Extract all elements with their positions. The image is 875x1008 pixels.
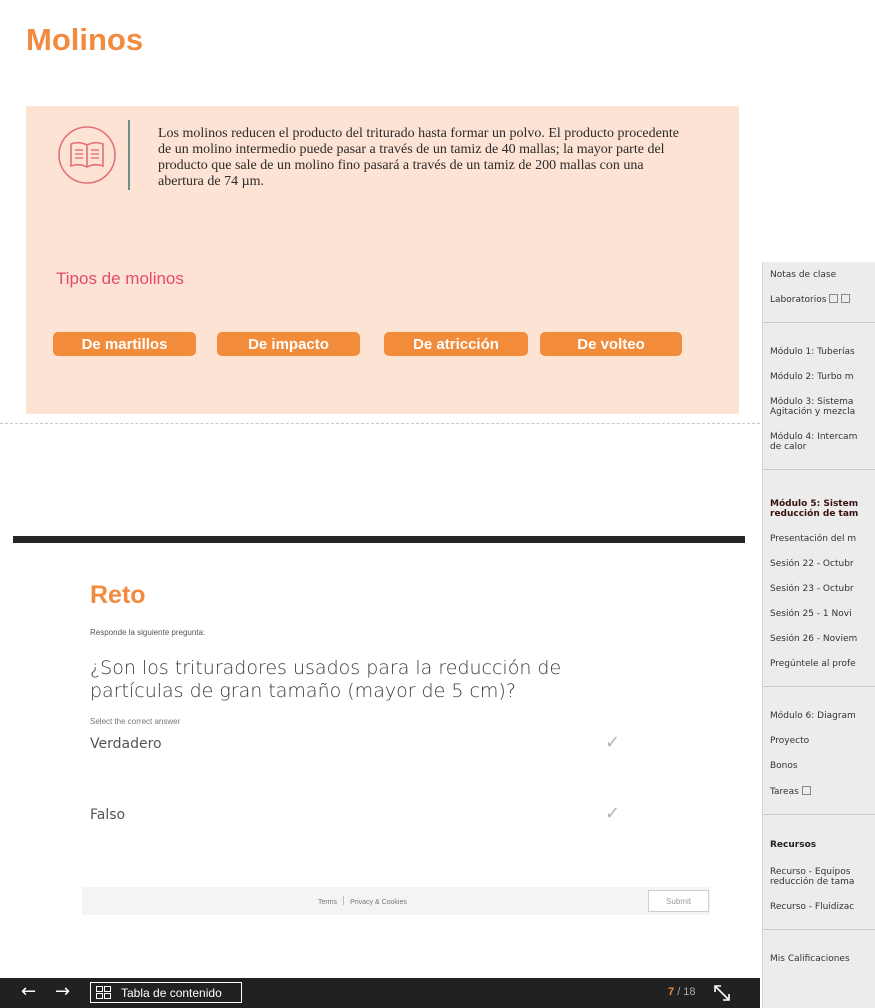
answer-label: Verdadero <box>90 736 162 752</box>
sidebar-item-calificaciones[interactable]: Mis Calificaciones <box>770 954 850 964</box>
privacy-link[interactable]: Privacy & Cookies <box>350 899 407 906</box>
sidebar-item-recurso-equipos-cont[interactable]: reducción de tama <box>770 877 854 887</box>
sidebar-item-modulo-2[interactable]: Módulo 2: Turbo m <box>770 372 854 382</box>
answer-label: Falso <box>90 807 126 823</box>
sidebar-item-preguntele[interactable]: Pregúntele al profe <box>770 659 856 669</box>
sidebar-divider <box>763 469 875 470</box>
toc-label: Tabla de contenido <box>121 985 222 1000</box>
sidebar-item-laboratorios[interactable]: Laboratorios <box>770 294 851 305</box>
sidebar-item-label: Laboratorios <box>770 295 827 305</box>
footer-divider <box>343 896 345 905</box>
sidebar-item-recurso-equipos[interactable]: Recurso - Equipos <box>770 867 850 877</box>
sidebar-divider <box>763 686 875 687</box>
sidebar-divider <box>763 322 875 323</box>
terms-link[interactable]: Terms <box>318 899 337 906</box>
grid-icon <box>96 986 111 999</box>
edit-icon <box>829 294 839 303</box>
sidebar-item-proyecto[interactable]: Proyecto <box>770 736 809 746</box>
section-heading: Tipos de molinos <box>56 269 184 288</box>
sidebar-item-recurso-fluidizacion[interactable]: Recurso - Fluidizac <box>770 902 854 912</box>
arrow-left-icon[interactable]: ← <box>21 983 36 1001</box>
sidebar-heading-recursos: Recursos <box>770 840 817 850</box>
arrow-right-icon[interactable]: → <box>55 983 70 1001</box>
mill-button-volteo[interactable]: De volteo <box>540 332 682 356</box>
sidebar-item-tareas[interactable]: Tareas <box>770 786 811 797</box>
quiz-instruction: Responde la siguiente pregunta: <box>90 628 206 637</box>
sidebar-item-notas[interactable]: Notas de clase <box>770 270 836 280</box>
check-icon: ✓ <box>605 803 621 824</box>
sidebar-item-sesion-26[interactable]: Sesión 26 - Noviem <box>770 634 857 644</box>
sidebar-item-modulo-4-cont[interactable]: de calor <box>770 442 806 452</box>
sidebar-item-label: Tareas <box>770 787 799 797</box>
info-text: Los molinos reducen el producto del trit… <box>158 126 679 189</box>
quiz-footer: Terms Privacy & Cookies Submit <box>82 887 710 915</box>
box-icon <box>841 294 851 303</box>
sidebar-item-modulo-3-cont[interactable]: Agitación y mezcla <box>770 407 855 417</box>
sidebar-item-modulo-6[interactable]: Módulo 6: Diagram <box>770 711 856 721</box>
footer-links: Terms Privacy & Cookies <box>318 896 407 906</box>
edit-icon <box>801 786 811 795</box>
page-total: / 18 <box>677 986 696 998</box>
info-panel: Los molinos reducen el producto del trit… <box>26 106 739 414</box>
mill-button-impacto[interactable]: De impacto <box>217 332 360 356</box>
sidebar-item-presentacion[interactable]: Presentación del m <box>770 534 856 544</box>
player-top-bar <box>13 536 745 543</box>
submit-button[interactable]: Submit <box>648 890 709 912</box>
sidebar-item-modulo-1[interactable]: Módulo 1: Tuberías <box>770 347 855 357</box>
quiz-select-label: Select the correct answer <box>90 717 181 726</box>
slide-separator <box>0 423 760 424</box>
info-divider <box>128 120 130 190</box>
sidebar-item-modulo-5-cont[interactable]: reducción de tam <box>770 509 858 519</box>
sidebar-item-sesion-23[interactable]: Sesión 23 - Octubr <box>770 584 854 594</box>
check-icon: ✓ <box>605 732 621 753</box>
sidebar-item-sesion-25[interactable]: Sesión 25 - 1 Novi <box>770 609 852 619</box>
answer-option-verdadero[interactable]: Verdadero ✓ <box>90 726 640 766</box>
quiz-title: Reto <box>90 581 146 609</box>
sidebar-item-sesion-22[interactable]: Sesión 22 - Octubr <box>770 559 854 569</box>
page-counter: 7 / 18 <box>668 986 696 998</box>
sidebar-divider <box>763 814 875 815</box>
answer-option-falso[interactable]: Falso ✓ <box>90 797 640 837</box>
mill-button-atriccion[interactable]: De atricción <box>384 332 528 356</box>
open-book-icon <box>58 126 116 184</box>
sidebar-item-modulo-3[interactable]: Módulo 3: Sistema <box>770 397 853 407</box>
sidebar-item-modulo-4[interactable]: Módulo 4: Intercam <box>770 432 857 442</box>
mill-button-martillos[interactable]: De martillos <box>53 332 196 356</box>
sidebar-divider <box>763 929 875 930</box>
course-sidebar: Notas de clase Laboratorios Módulo 1: Tu… <box>762 262 875 1008</box>
quiz-question: ¿Son los trituradores usados para la red… <box>90 657 562 702</box>
player-nav-bar: ← → Tabla de contenido 7 / 18 <box>0 978 760 1008</box>
sidebar-item-modulo-5[interactable]: Módulo 5: Sistem <box>770 499 858 509</box>
page-title: Molinos <box>26 22 144 57</box>
expand-icon[interactable] <box>713 984 731 1002</box>
sidebar-item-bonos[interactable]: Bonos <box>770 761 798 771</box>
quiz-slide: Reto Responde la siguiente pregunta: ¿So… <box>13 543 745 990</box>
toc-button[interactable]: Tabla de contenido <box>90 982 242 1003</box>
page-current: 7 <box>668 986 675 998</box>
